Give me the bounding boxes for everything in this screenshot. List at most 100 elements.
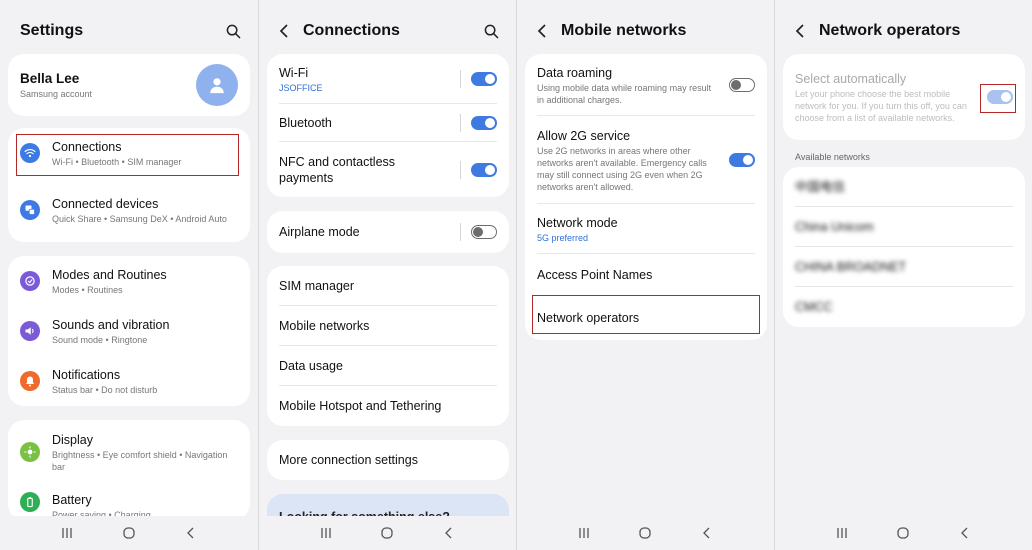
settings-item-modes[interactable]: Modes and Routines Modes • Routines <box>8 256 250 306</box>
connections-item-airplane[interactable]: Airplane mode <box>267 211 509 253</box>
sound-icon <box>20 321 40 341</box>
network-list-item[interactable]: 中国电信 <box>783 167 1025 207</box>
item-title: Modes and Routines <box>52 267 167 282</box>
item-title: Network operators <box>537 311 640 325</box>
item-title: Network mode <box>537 215 618 230</box>
home-icon[interactable] <box>119 523 139 543</box>
settings-item-sounds[interactable]: Sounds and vibration Sound mode • Ringto… <box>8 306 250 356</box>
back-icon[interactable] <box>795 24 815 38</box>
settings-item-connected-devices[interactable]: Connected devices Quick Share • Samsung … <box>8 178 250 242</box>
settings-item-connections[interactable]: Connections Wi-Fi • Bluetooth • SIM mana… <box>8 128 250 178</box>
page-title: Network operators <box>819 22 961 39</box>
back-icon[interactable] <box>279 24 299 38</box>
recents-icon[interactable] <box>832 523 852 543</box>
nav-back-icon[interactable] <box>955 523 975 543</box>
network-name: China Unicom <box>795 220 874 234</box>
recents-icon[interactable] <box>574 523 594 543</box>
bluetooth-toggle[interactable] <box>471 116 497 130</box>
item-subtitle: 5G preferred <box>537 232 589 243</box>
nav-back-icon[interactable] <box>439 523 459 543</box>
item-title: Notifications <box>52 367 121 382</box>
mobile-networks-screen: Mobile networks Data roaming Using mobil… <box>516 0 774 550</box>
network-name: CMCC <box>795 300 833 314</box>
nav-back-icon[interactable] <box>697 523 717 543</box>
home-icon[interactable] <box>635 523 655 543</box>
connections-item-data-usage[interactable]: Data usage <box>267 346 509 386</box>
mobile-item-data-roaming[interactable]: Data roaming Using mobile data while roa… <box>525 54 767 116</box>
back-icon[interactable] <box>537 24 557 38</box>
mobile-item-network-mode[interactable]: Network mode 5G preferred <box>525 204 767 254</box>
allow-2g-toggle[interactable] <box>729 153 755 167</box>
item-title: Data roaming <box>537 65 613 80</box>
item-title: Connections <box>52 139 122 154</box>
more-settings-card: More connection settings <box>267 440 509 480</box>
devices-icon <box>20 200 40 220</box>
network-operators-header: Network operators <box>775 18 1032 44</box>
search-icon[interactable] <box>222 20 244 42</box>
network-operators-screen: Network operators Select automatically L… <box>774 0 1032 550</box>
connections-item-more[interactable]: More connection settings <box>267 440 509 480</box>
item-subtitle: Status bar • Do not disturb <box>52 384 158 395</box>
settings-item-battery[interactable]: Battery Power saving • Charging <box>8 484 250 520</box>
network-list-item[interactable]: CHINA BROADNET <box>783 247 1025 287</box>
home-icon[interactable] <box>377 523 397 543</box>
connections-item-wifi[interactable]: Wi-Fi JSOFFICE <box>267 54 509 104</box>
divider <box>460 223 461 241</box>
item-title: SIM manager <box>279 279 355 293</box>
profile-name: Bella Lee <box>20 70 80 86</box>
divider <box>460 160 461 179</box>
mobile-item-network-operators[interactable]: Network operators <box>525 296 767 340</box>
mobile-item-allow-2g[interactable]: Allow 2G service Use 2G networks in area… <box>525 116 767 204</box>
recents-icon[interactable] <box>57 523 77 543</box>
notification-icon <box>20 371 40 391</box>
network-list-item[interactable]: China Unicom <box>783 207 1025 247</box>
network-list-item[interactable]: CMCC <box>783 287 1025 327</box>
wifi-toggle[interactable] <box>471 72 497 86</box>
item-subtitle: Wi-Fi • Bluetooth • SIM manager <box>52 156 182 167</box>
mobile-networks-card: Data roaming Using mobile data while roa… <box>525 54 767 340</box>
page-title: Settings <box>20 22 84 39</box>
mobile-item-apn[interactable]: Access Point Names <box>525 254 767 296</box>
airplane-toggle[interactable] <box>471 225 497 239</box>
airplane-card: Airplane mode <box>267 211 509 253</box>
recents-icon[interactable] <box>316 523 336 543</box>
connections-header: Connections <box>259 18 516 44</box>
page-title: Connections <box>303 22 400 39</box>
item-title: Bluetooth <box>279 116 332 130</box>
modes-card: Modes and Routines Modes • Routines Soun… <box>8 256 250 406</box>
item-subtitle: Let your phone choose the best mobile ne… <box>795 88 967 123</box>
network-name: 中国电信 <box>795 180 846 194</box>
connections-item-hotspot[interactable]: Mobile Hotspot and Tethering <box>267 386 509 426</box>
select-automatically-row[interactable]: Select automatically Let your phone choo… <box>783 54 1025 140</box>
settings-item-notifications[interactable]: Notifications Status bar • Do not distur… <box>8 356 250 406</box>
item-subtitle: Quick Share • Samsung DeX • Android Auto <box>52 213 227 224</box>
item-subtitle: Use 2G networks in areas where other net… <box>537 145 707 192</box>
select-auto-card: Select automatically Let your phone choo… <box>783 54 1025 140</box>
connections-item-bluetooth[interactable]: Bluetooth <box>267 104 509 142</box>
item-title: Mobile networks <box>279 319 370 333</box>
item-title: Allow 2G service <box>537 128 631 143</box>
data-roaming-toggle[interactable] <box>729 78 755 92</box>
divider <box>460 70 461 88</box>
home-icon[interactable] <box>893 523 913 543</box>
nav-back-icon[interactable] <box>181 523 201 543</box>
page-title: Mobile networks <box>561 22 687 39</box>
connections-item-nfc[interactable]: NFC and contactless payments <box>267 142 509 197</box>
settings-item-display[interactable]: Display Brightness • Eye comfort shield … <box>8 420 250 484</box>
item-title: Sounds and vibration <box>52 317 170 332</box>
connections-item-mobile-networks[interactable]: Mobile networks <box>267 306 509 346</box>
item-subtitle: Brightness • Eye comfort shield • Naviga… <box>52 449 228 472</box>
select-automatically-toggle[interactable] <box>987 90 1013 104</box>
item-title: More connection settings <box>279 453 418 467</box>
search-icon[interactable] <box>480 20 502 42</box>
wifi-network-name: JSOFFICE <box>279 82 323 93</box>
display-icon <box>20 442 40 462</box>
section-label: Available networks <box>795 152 870 162</box>
item-title: Access Point Names <box>537 268 653 282</box>
connections-card: Connections Wi-Fi • Bluetooth • SIM mana… <box>8 128 250 242</box>
nfc-toggle[interactable] <box>471 162 497 177</box>
connections-item-sim-manager[interactable]: SIM manager <box>267 266 509 306</box>
avatar-icon[interactable] <box>196 64 238 106</box>
connections-screen: Connections Wi-Fi JSOFFICE Bluetooth NFC… <box>258 0 516 550</box>
profile-card[interactable]: Bella Lee Samsung account <box>8 54 250 116</box>
